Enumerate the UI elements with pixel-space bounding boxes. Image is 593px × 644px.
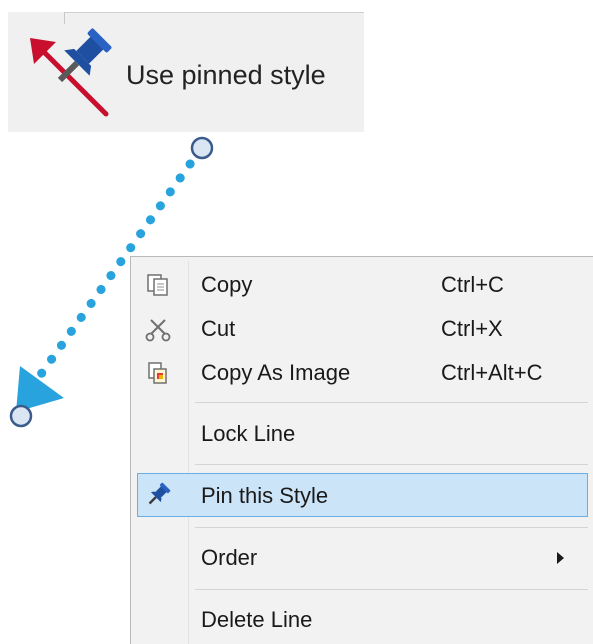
menu-item-copy[interactable]: Copy Ctrl+C bbox=[137, 263, 588, 307]
copy-icon bbox=[147, 274, 168, 296]
menu-item-label: Copy bbox=[201, 272, 253, 297]
menu-item-shortcut: Ctrl+C bbox=[441, 272, 504, 297]
menu-item-delete-line[interactable]: Delete Line bbox=[137, 598, 588, 642]
canvas: Use pinned style Copy Ctrl+C Cut Ctrl+X … bbox=[0, 0, 593, 644]
menu-item-label: Order bbox=[201, 545, 258, 570]
menu-item-label: Pin this Style bbox=[201, 483, 329, 508]
menu-separator bbox=[195, 402, 588, 403]
menu-item-shortcut: Ctrl+X bbox=[441, 316, 503, 341]
pushpin-icon bbox=[148, 482, 171, 505]
end-endpoint-handle[interactable] bbox=[9, 404, 33, 428]
copy-image-icon bbox=[148, 362, 167, 384]
menu-item-copy-as-image[interactable]: Copy As Image Ctrl+Alt+C bbox=[137, 351, 588, 395]
menu-separator bbox=[195, 527, 588, 528]
menu-item-order[interactable]: Order bbox=[137, 536, 588, 580]
menu-item-cut[interactable]: Cut Ctrl+X bbox=[137, 307, 588, 351]
menu-item-label: Delete Line bbox=[201, 607, 313, 632]
menu-separator bbox=[195, 589, 588, 590]
menu-item-lock-line[interactable]: Lock Line bbox=[137, 412, 588, 456]
menu-item-label: Copy As Image bbox=[201, 360, 351, 385]
submenu-arrow-icon bbox=[557, 552, 564, 564]
menu-item-shortcut: Ctrl+Alt+C bbox=[441, 360, 543, 385]
menu-separator bbox=[195, 464, 588, 465]
start-endpoint-handle[interactable] bbox=[190, 136, 214, 160]
menu-item-label: Cut bbox=[201, 316, 236, 341]
menu-item-pin-this-style[interactable]: Pin this Style bbox=[137, 473, 588, 517]
scissors-icon bbox=[145, 319, 171, 342]
menu-item-label: Lock Line bbox=[201, 421, 296, 446]
context-menu: Copy Ctrl+C Cut Ctrl+X Copy As Image Ctr… bbox=[130, 256, 593, 644]
